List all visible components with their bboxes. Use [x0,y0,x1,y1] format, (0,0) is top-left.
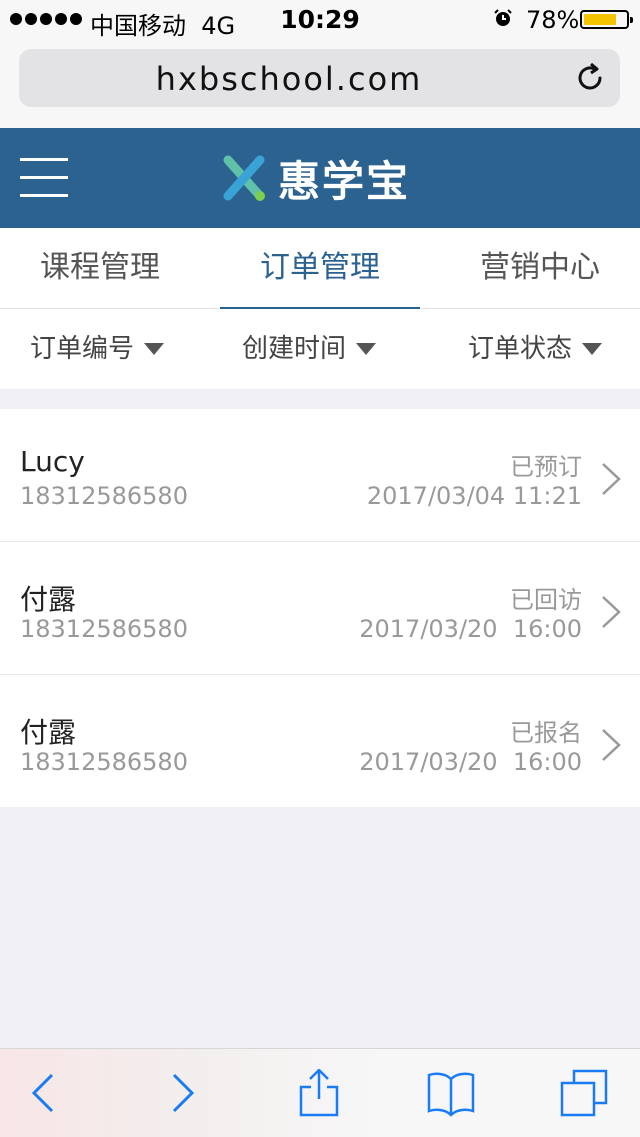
tabs-icon[interactable] [560,1069,608,1117]
app-header: 惠学宝 [0,128,640,228]
list-item[interactable]: 付露 18312586580 已报名 2017/03/20 16:00 [0,675,640,807]
order-phone: 18312586580 [20,615,188,643]
order-customer-name: 付露 [20,716,77,749]
list-item[interactable]: 付露 18312586580 已回访 2017/03/20 16:00 [0,542,640,675]
tab-course-management[interactable]: 课程管理 [0,228,200,308]
order-time: 2017/03/20 16:00 [359,748,582,776]
tab-marketing-center[interactable]: 营销中心 [440,228,640,308]
brand-logo: 惠学宝 [220,152,410,206]
share-icon[interactable] [295,1068,343,1117]
list-item[interactable]: Lucy 18312586580 已预订 2017/03/04 11:21 [0,409,640,542]
caret-down-icon [582,343,603,355]
order-time: 2017/03/04 11:21 [366,482,582,510]
filter-label: 订单编号 [30,334,135,364]
filter-order-number[interactable]: 订单编号 [30,309,165,389]
filter-label: 创建时间 [242,334,347,364]
brand-logo-icon [223,155,265,201]
order-list: Lucy 18312586580 已预订 2017/03/04 11:21 付露… [0,409,640,807]
battery-fill [584,14,616,25]
status-bar: 中国移动 4G 10:29 78% [0,0,640,40]
url-text[interactable]: hxbschool.com [19,60,559,98]
hamburger-menu-icon[interactable] [20,158,68,198]
filter-bar: 订单编号 创建时间 订单状态 [0,309,640,389]
order-time: 2017/03/20 16:00 [359,615,582,643]
bookmarks-icon[interactable] [427,1069,475,1117]
alarm-clock-icon [494,9,512,26]
order-phone: 18312586580 [20,482,188,510]
chevron-right-icon [602,463,621,495]
chevron-right-icon [602,729,621,761]
chevron-right-icon [602,596,621,628]
order-customer-name: Lucy [20,445,85,478]
forward-icon[interactable] [158,1069,206,1117]
caret-down-icon [356,343,377,355]
filter-label: 订单状态 [468,334,573,364]
reload-icon[interactable] [574,62,606,94]
order-customer-name: 付露 [20,583,77,616]
browser-address-area: hxbschool.com [0,40,640,128]
battery-icon [580,10,633,29]
browser-toolbar [0,1048,640,1137]
brand-name: 惠学宝 [278,156,411,206]
order-status: 已报名 [510,719,582,747]
back-icon[interactable] [20,1069,68,1117]
tab-order-management[interactable]: 订单管理 [220,228,420,309]
filter-order-status[interactable]: 订单状态 [468,309,603,389]
order-status: 已预订 [510,453,582,481]
order-status: 已回访 [510,586,582,614]
caret-down-icon [144,343,165,355]
address-bar[interactable]: hxbschool.com [19,49,620,107]
battery-percentage: 78% [526,6,580,34]
order-phone: 18312586580 [20,748,188,776]
filter-created-time[interactable]: 创建时间 [242,309,377,389]
main-tabs: 课程管理 订单管理 营销中心 [0,228,640,309]
